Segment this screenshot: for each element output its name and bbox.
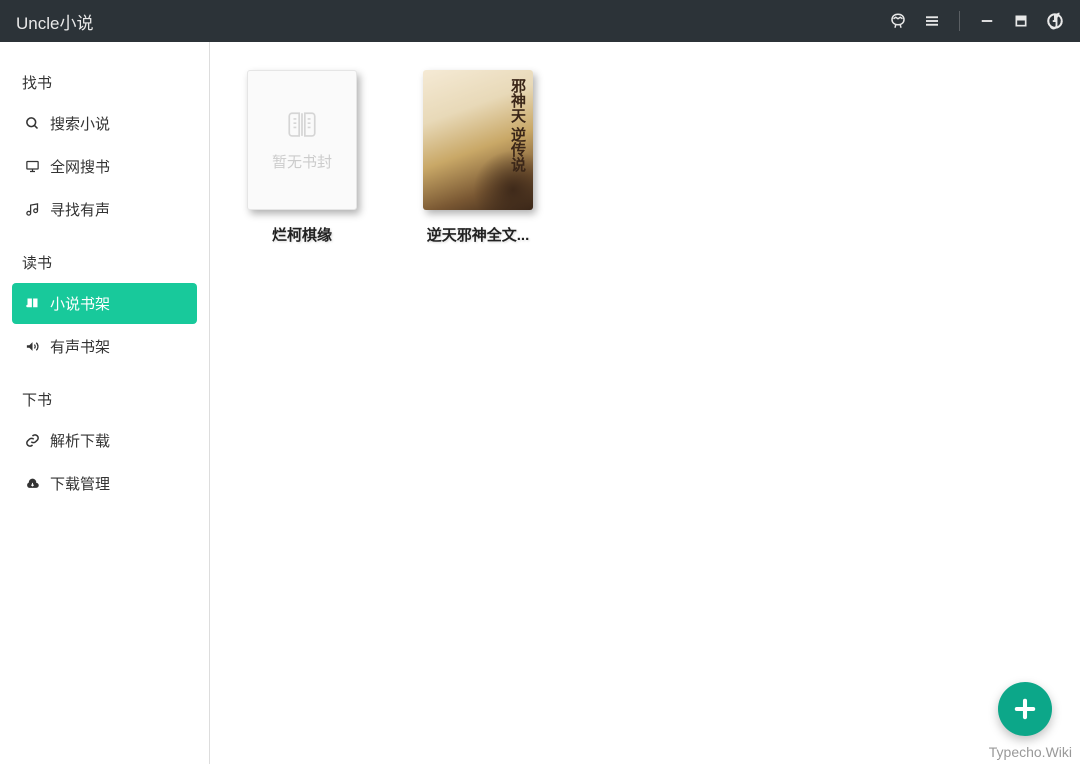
cover-art-title: 邪神天 逆传说 bbox=[509, 78, 526, 172]
music-icon bbox=[24, 202, 40, 218]
sidebar-item-label: 有声书架 bbox=[50, 336, 110, 357]
sidebar-item-label: 寻找有声 bbox=[50, 199, 110, 220]
maximize-icon[interactable] bbox=[1012, 12, 1030, 30]
sidebar-item-label: 下载管理 bbox=[50, 473, 110, 494]
cloud-icon bbox=[24, 476, 40, 492]
book-card[interactable]: 暂无书封烂柯棋缘 bbox=[242, 70, 362, 245]
minimize-icon[interactable] bbox=[978, 12, 996, 30]
theme-icon[interactable] bbox=[889, 12, 907, 30]
book-grid: 暂无书封烂柯棋缘邪神天 逆传说逆天邪神全文... bbox=[242, 70, 1048, 245]
sidebar-item-label: 全网搜书 bbox=[50, 156, 110, 177]
sidebar-item-music[interactable]: 寻找有声 bbox=[12, 189, 197, 230]
sidebar-item-label: 小说书架 bbox=[50, 293, 110, 314]
app-title: Uncle小说 bbox=[16, 9, 889, 34]
sidebar-section-header: 读书 bbox=[12, 244, 197, 281]
sidebar-item-label: 搜索小说 bbox=[50, 113, 110, 134]
link-icon bbox=[24, 433, 40, 449]
content-area: 暂无书封烂柯棋缘邪神天 逆传说逆天邪神全文... Typecho.Wiki bbox=[210, 42, 1080, 764]
sidebar: 找书搜索小说全网搜书寻找有声读书小说书架有声书架下书解析下载下载管理 bbox=[0, 42, 210, 764]
add-button[interactable] bbox=[998, 682, 1052, 736]
sidebar-item-monitor[interactable]: 全网搜书 bbox=[12, 146, 197, 187]
book-title: 烂柯棋缘 bbox=[242, 224, 362, 245]
book-title: 逆天邪神全文... bbox=[418, 224, 538, 245]
monitor-icon bbox=[24, 159, 40, 175]
sidebar-item-link[interactable]: 解析下载 bbox=[12, 420, 197, 461]
book-cover: 暂无书封 bbox=[247, 70, 357, 210]
book-cover: 邪神天 逆传说 bbox=[423, 70, 533, 210]
book-icon bbox=[24, 296, 40, 312]
watermark: Typecho.Wiki bbox=[989, 744, 1072, 760]
menu-icon[interactable] bbox=[923, 12, 941, 30]
sidebar-item-label: 解析下载 bbox=[50, 430, 110, 451]
titlebar: Uncle小说 bbox=[0, 0, 1080, 42]
titlebar-controls bbox=[889, 11, 1064, 31]
placeholder-text: 暂无书封 bbox=[272, 151, 332, 172]
sidebar-item-cloud[interactable]: 下载管理 bbox=[12, 463, 197, 504]
sidebar-section-header: 找书 bbox=[12, 64, 197, 101]
sidebar-item-audio[interactable]: 有声书架 bbox=[12, 326, 197, 367]
search-icon bbox=[24, 116, 40, 132]
openbook-icon bbox=[285, 109, 319, 143]
close-icon[interactable] bbox=[1046, 12, 1064, 30]
sidebar-item-book[interactable]: 小说书架 bbox=[12, 283, 197, 324]
audio-icon bbox=[24, 339, 40, 355]
book-card[interactable]: 邪神天 逆传说逆天邪神全文... bbox=[418, 70, 538, 245]
titlebar-divider bbox=[959, 11, 960, 31]
sidebar-item-search[interactable]: 搜索小说 bbox=[12, 103, 197, 144]
sidebar-section-header: 下书 bbox=[12, 381, 197, 418]
